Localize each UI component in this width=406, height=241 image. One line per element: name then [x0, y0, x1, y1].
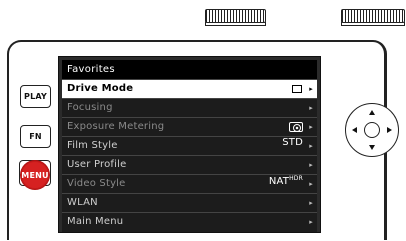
video-style-sup: HDR: [289, 175, 303, 182]
menu-item-exposure-metering[interactable]: Exposure Metering ▸: [62, 117, 317, 136]
fn-button[interactable]: FN: [20, 125, 51, 148]
menu-item-user-profile[interactable]: User Profile ▸: [62, 155, 317, 174]
menu-item-label: Video Style: [67, 178, 126, 189]
menu-item-wlan[interactable]: WLAN ▸: [62, 193, 317, 212]
menu-button[interactable]: MENU: [21, 161, 49, 189]
menu-item-value: NATHDR: [269, 175, 303, 187]
chevron-right-icon: ▸: [309, 142, 313, 150]
favorites-menu: Favorites Drive Mode ▸ Focusing ▸ Exposu…: [62, 60, 317, 232]
menu-item-value: STD: [282, 137, 303, 148]
top-dial-left[interactable]: [205, 9, 266, 26]
menu-title: Favorites: [62, 60, 317, 79]
top-dial-right[interactable]: [341, 9, 405, 26]
menu-item-label: Exposure Metering: [67, 121, 165, 132]
center-button[interactable]: [364, 122, 380, 138]
menu-item-film-style[interactable]: Film Style STD ▸: [62, 136, 317, 155]
menu-item-label: WLAN: [67, 197, 98, 208]
chevron-right-icon: ▸: [309, 218, 313, 226]
menu-item-label: Drive Mode: [67, 83, 134, 94]
menu-item-label: Main Menu: [67, 216, 124, 227]
arrow-left-icon[interactable]: [352, 127, 357, 133]
single-frame-icon: [292, 85, 302, 93]
chevron-right-icon: ▸: [309, 161, 313, 169]
play-button[interactable]: PLAY: [20, 85, 51, 108]
menu-item-label: User Profile: [67, 159, 127, 170]
chevron-right-icon: ▸: [309, 123, 313, 131]
menu-item-focusing[interactable]: Focusing ▸: [62, 98, 317, 117]
menu-item-video-style[interactable]: Video Style NATHDR ▸: [62, 174, 317, 193]
chevron-right-icon: ▸: [309, 180, 313, 188]
chevron-right-icon: ▸: [309, 199, 313, 207]
arrow-down-icon[interactable]: [369, 145, 375, 150]
arrow-up-icon[interactable]: [369, 110, 375, 115]
camera-screen: Favorites Drive Mode ▸ Focusing ▸ Exposu…: [58, 56, 321, 233]
spot-metering-icon: [289, 122, 303, 132]
menu-item-drive-mode[interactable]: Drive Mode ▸: [62, 79, 317, 98]
chevron-right-icon: ▸: [309, 85, 313, 93]
menu-item-label: Focusing: [67, 102, 113, 113]
video-style-value: NAT: [268, 176, 290, 187]
menu-item-main-menu[interactable]: Main Menu ▸: [62, 212, 317, 231]
menu-item-label: Film Style: [67, 140, 118, 151]
arrow-right-icon[interactable]: [387, 127, 392, 133]
directional-pad[interactable]: [345, 103, 399, 157]
chevron-right-icon: ▸: [309, 104, 313, 112]
